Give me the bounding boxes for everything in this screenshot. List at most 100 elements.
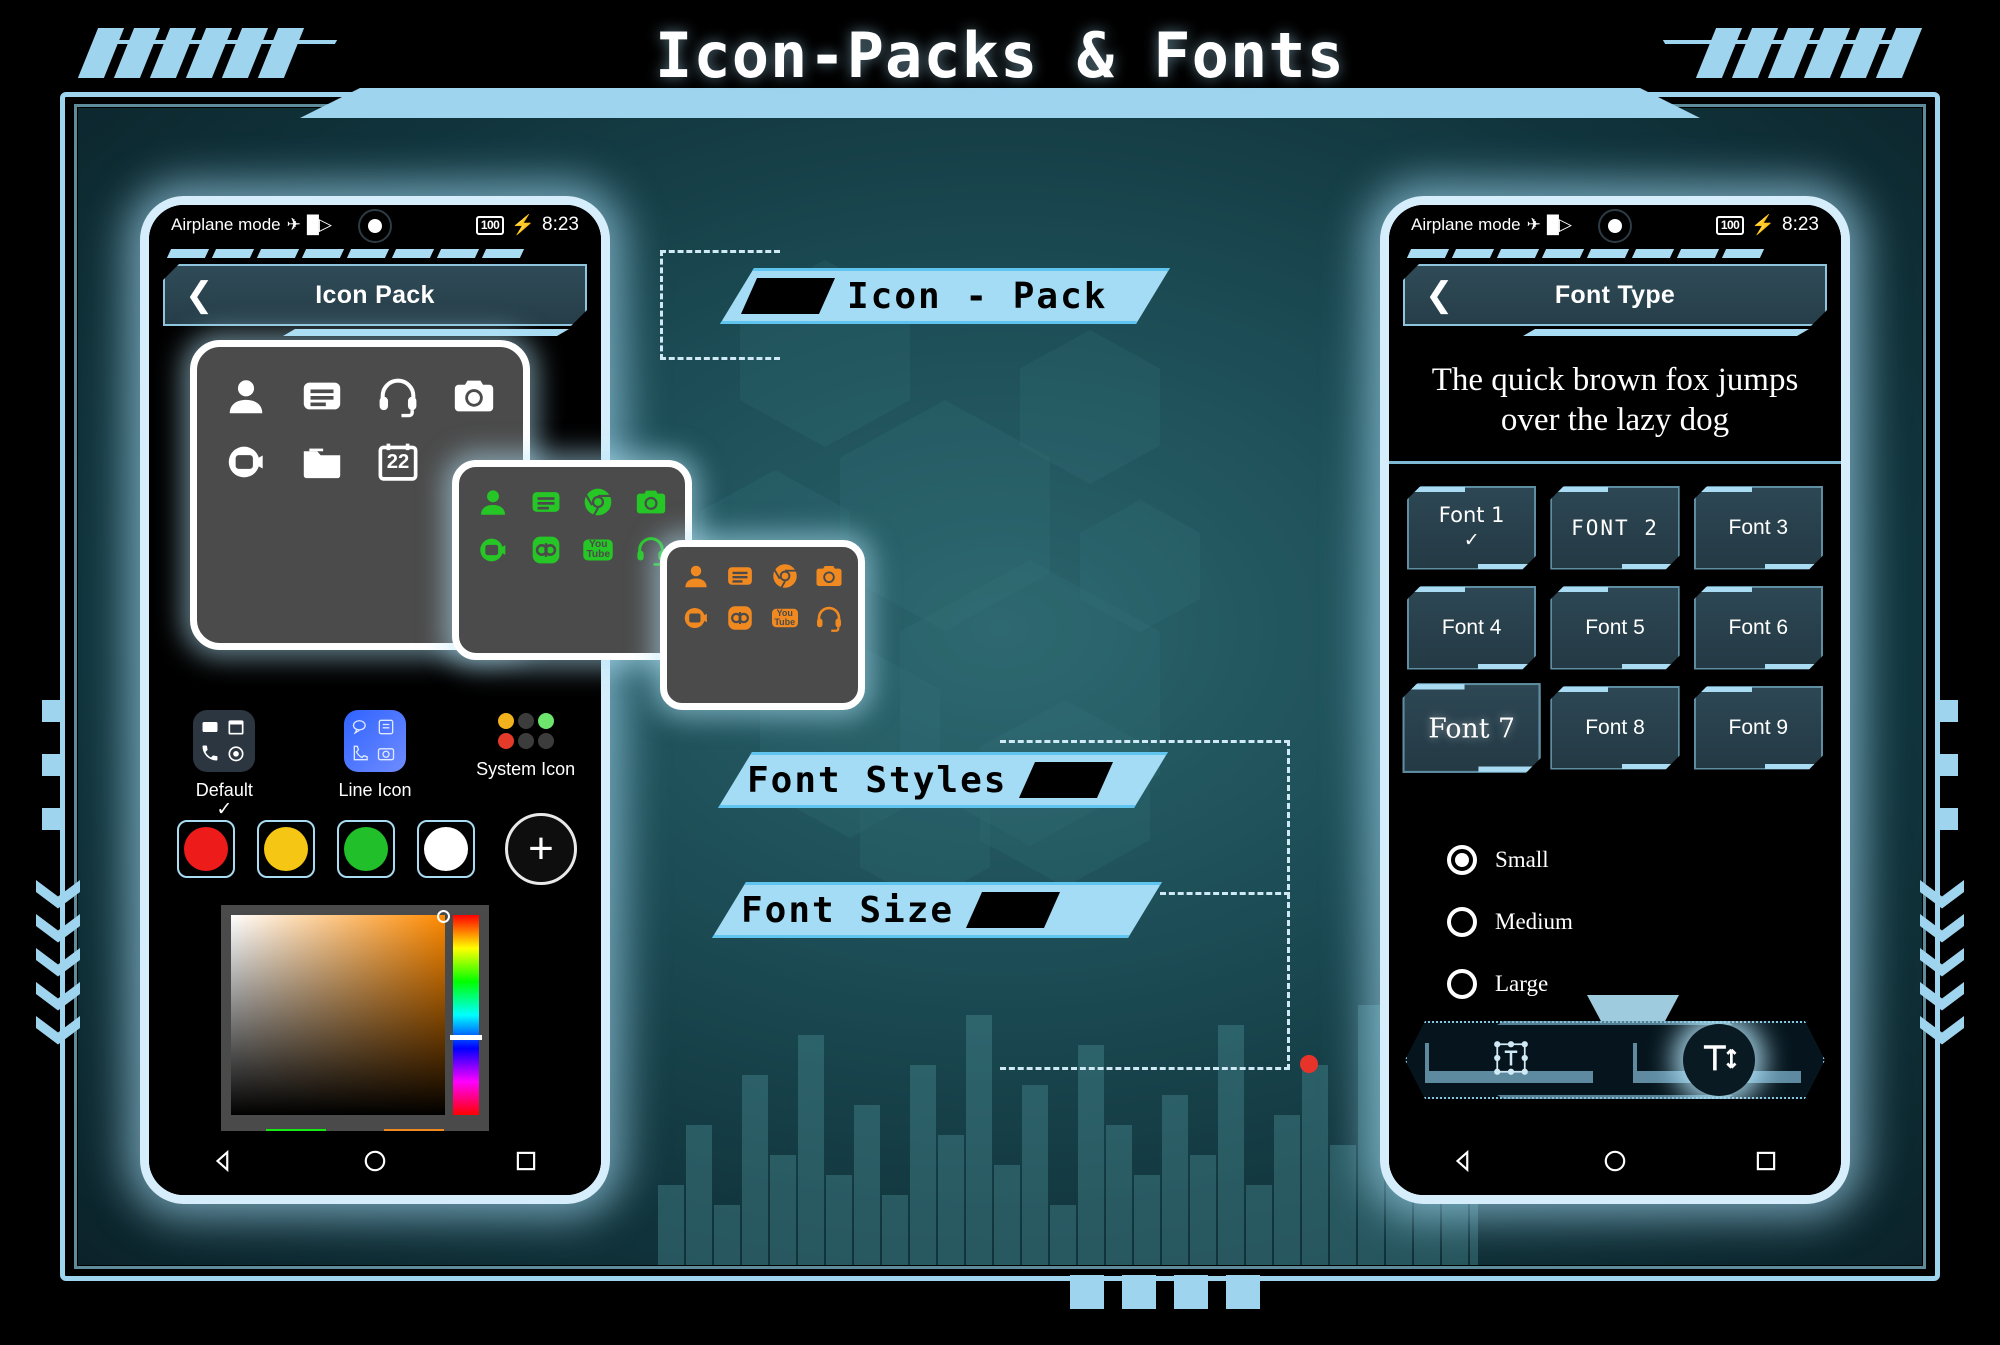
- contact-icon: [211, 373, 281, 419]
- font-option-6[interactable]: Font 6: [1694, 586, 1823, 670]
- right-dots: [1936, 700, 1958, 830]
- right-phone-screen: Airplane mode ✈ █▷ 100 ⚡ 8:23 ❮ Font Typ…: [1389, 205, 1841, 1195]
- font-toolbar: [1405, 1021, 1825, 1099]
- youtube-icon: You Tube: [574, 533, 623, 567]
- home-circle-icon[interactable]: [362, 1148, 388, 1179]
- headset-icon: [809, 603, 851, 633]
- video-icon: [211, 439, 281, 485]
- front-camera-notch: [1598, 209, 1632, 243]
- clock-label: 8:23: [542, 214, 579, 235]
- front-camera-notch: [358, 209, 392, 243]
- right-appbar-title: Font Type: [1554, 280, 1676, 309]
- appbar-underline: [283, 329, 569, 336]
- font-option-4[interactable]: Font 4: [1407, 586, 1536, 670]
- right-statusbar-right: 100 ⚡ 8:23: [1715, 213, 1819, 237]
- color-swatch[interactable]: [257, 820, 315, 878]
- camera-record-icon: █▷: [1546, 215, 1572, 234]
- icon-pack-label: System Icon: [476, 759, 576, 779]
- icon-pack-option-line[interactable]: Line Icon: [315, 710, 435, 801]
- font-type-icon: [1491, 1038, 1531, 1083]
- icon-pack-chooser: Default ✓ Line Icon System Icon: [149, 710, 601, 819]
- font-option-3[interactable]: Font 3: [1694, 486, 1823, 570]
- recents-square-icon[interactable]: [513, 1148, 539, 1179]
- connector-font-size: [1160, 892, 1290, 895]
- font-option-2[interactable]: FONT 2: [1550, 486, 1679, 570]
- youtube-label: You Tube: [774, 608, 796, 627]
- system-dot: [537, 713, 554, 729]
- camera-record-icon: █▷: [306, 215, 332, 234]
- airplane-icon: ✈: [1526, 215, 1541, 234]
- appbar-ticks: [1403, 249, 1827, 261]
- callout-label: Font Size: [741, 889, 955, 931]
- font-option-label: Font 5: [1585, 615, 1645, 639]
- color-swatch-row: +: [177, 813, 577, 885]
- radio-circle: [1447, 969, 1477, 999]
- charging-icon: ⚡: [511, 215, 536, 236]
- font-type-button[interactable]: [1407, 1023, 1615, 1097]
- radio-circle: [1447, 907, 1477, 937]
- right-statusbar-left: Airplane mode ✈ █▷: [1411, 215, 1572, 235]
- callout-label: Font Styles: [747, 759, 1008, 801]
- left-navbar: [149, 1131, 601, 1195]
- add-color-button[interactable]: +: [505, 813, 577, 885]
- header-wedge: [300, 88, 1700, 118]
- font-option-5[interactable]: Font 5: [1550, 586, 1679, 670]
- font-size-button[interactable]: [1615, 1023, 1823, 1097]
- camera-icon: [439, 373, 509, 419]
- airplane-mode-label: Airplane mode: [1411, 215, 1521, 234]
- back-triangle-icon[interactable]: [211, 1148, 237, 1179]
- font-option-check: ✓: [1463, 530, 1480, 551]
- hue-slider[interactable]: [450, 915, 483, 1115]
- camera-icon: [809, 561, 851, 591]
- duo-icon: [522, 533, 571, 567]
- right-appbar-wrap: ❮ Font Type: [1389, 245, 1841, 336]
- contact-icon: [469, 485, 518, 519]
- saturation-value-box[interactable]: [231, 910, 451, 1115]
- default-pack-thumb: [193, 710, 256, 772]
- back-triangle-icon[interactable]: [1451, 1148, 1477, 1179]
- color-swatch[interactable]: [177, 820, 235, 878]
- message-icon: [287, 373, 357, 419]
- font-size-radio-large[interactable]: Large: [1447, 969, 1573, 999]
- icon-pack-option-default[interactable]: Default ✓: [164, 710, 284, 819]
- font-option-9[interactable]: Font 9: [1694, 686, 1823, 770]
- radio-label: Large: [1495, 971, 1549, 996]
- icon-pack-option-system[interactable]: System Icon: [466, 710, 586, 780]
- callout-icon-pack: Icon - Pack: [720, 268, 1170, 324]
- font-size-radio-group: Small Medium Large: [1447, 845, 1573, 999]
- left-appbar-title: Icon Pack: [315, 280, 435, 309]
- icon-pack-label: Default: [195, 780, 253, 800]
- system-dot: [517, 713, 534, 729]
- right-appbar: ❮ Font Type: [1403, 264, 1827, 326]
- battery-indicator: 100: [475, 215, 505, 235]
- font-option-1[interactable]: Font 1 ✓: [1407, 486, 1536, 570]
- font-option-label: Font 8: [1585, 715, 1645, 739]
- video-icon: [469, 533, 518, 567]
- saturation-knob[interactable]: [437, 910, 451, 923]
- color-swatch[interactable]: [417, 820, 475, 878]
- font-option-8[interactable]: Font 8: [1550, 686, 1679, 770]
- font-option-7[interactable]: Font 7: [1402, 683, 1540, 773]
- radio-label: Small: [1495, 847, 1549, 872]
- right-phone: Airplane mode ✈ █▷ 100 ⚡ 8:23 ❮ Font Typ…: [1380, 196, 1850, 1204]
- font-option-label: Font 7: [1428, 711, 1516, 744]
- color-swatch[interactable]: [337, 820, 395, 878]
- contact-icon: [675, 561, 717, 591]
- hue-knob[interactable]: [450, 1035, 483, 1040]
- icon-card-orange[interactable]: You Tube: [660, 540, 865, 710]
- font-option-label: Font 1: [1438, 503, 1505, 527]
- font-option-label: Font 3: [1728, 515, 1789, 539]
- font-size-radio-medium[interactable]: Medium: [1447, 907, 1573, 937]
- recents-square-icon[interactable]: [1753, 1148, 1779, 1179]
- font-size-radio-small[interactable]: Small: [1447, 845, 1573, 875]
- icon-card-green[interactable]: You Tube: [452, 460, 692, 660]
- system-dot: [497, 733, 514, 749]
- system-dot: [517, 733, 534, 749]
- home-circle-icon[interactable]: [1602, 1148, 1628, 1179]
- bottom-squares: [1070, 1275, 1260, 1309]
- appbar-ticks: [163, 249, 587, 261]
- callout-label: Icon - Pack: [847, 275, 1108, 317]
- message-icon: [522, 485, 571, 519]
- headset-icon: [363, 373, 433, 419]
- icon-pack-label: Line Icon: [338, 780, 412, 800]
